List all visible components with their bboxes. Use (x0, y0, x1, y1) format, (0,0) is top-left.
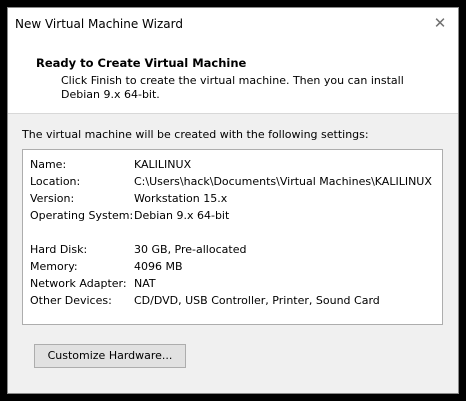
setting-label: Location: (30, 175, 81, 188)
setting-label: Version: (30, 192, 75, 205)
setting-label: Name: (30, 158, 67, 171)
setting-value: Workstation 15.x (134, 192, 228, 205)
page-title: Ready to Create Virtual Machine (36, 56, 247, 70)
header-divider (8, 113, 458, 114)
setting-value: 30 GB, Pre-allocated (134, 243, 247, 256)
setting-label: Network Adapter: (30, 277, 127, 290)
customize-hardware-button[interactable]: Customize Hardware... (34, 344, 186, 368)
wizard-dialog: New Virtual Machine Wizard ✕ Ready to Cr… (7, 7, 459, 394)
close-icon[interactable]: ✕ (430, 13, 450, 33)
window-title: New Virtual Machine Wizard (15, 17, 183, 31)
setting-value: Debian 9.x 64-bit (134, 209, 230, 222)
wizard-header: Ready to Create Virtual Machine Click Fi… (8, 38, 458, 113)
setting-label: Memory: (30, 260, 78, 273)
setting-label: Hard Disk: (30, 243, 88, 256)
setting-value: CD/DVD, USB Controller, Printer, Sound C… (134, 294, 380, 307)
title-bar: New Virtual Machine Wizard ✕ (8, 8, 458, 38)
setting-value: KALILINUX (134, 158, 192, 171)
setting-label: Operating System: (30, 209, 134, 222)
setting-value: 4096 MB (134, 260, 183, 273)
setting-label: Other Devices: (30, 294, 112, 307)
setting-value: NAT (134, 277, 156, 290)
setting-value: C:\Users\hack\Documents\Virtual Machines… (134, 175, 432, 188)
settings-intro: The virtual machine will be created with… (22, 128, 369, 141)
page-description: Click Finish to create the virtual machi… (61, 74, 404, 101)
settings-summary-box: Name: KALILINUX Location: C:\Users\hack\… (22, 149, 443, 325)
